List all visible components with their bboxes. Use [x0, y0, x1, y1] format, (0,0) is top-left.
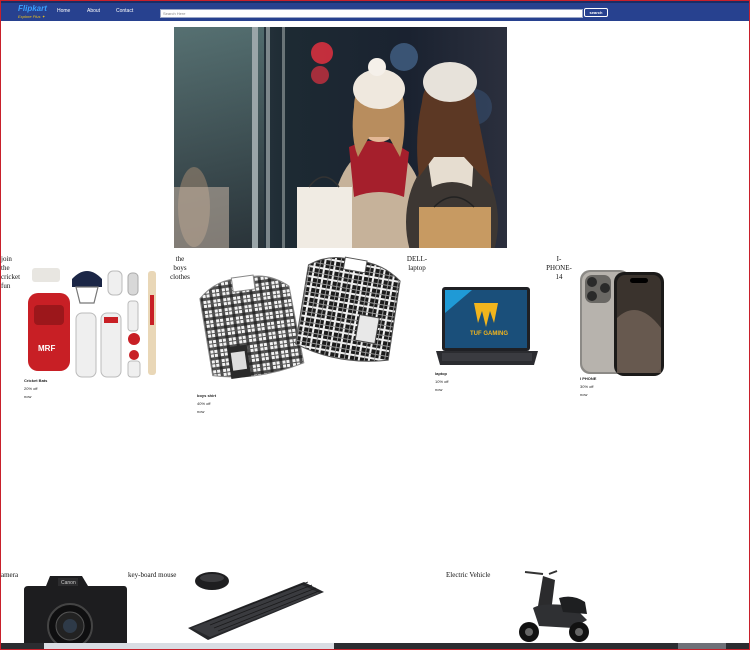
product-category-laptop: DELL- laptop [403, 255, 431, 273]
category-line: the [175, 255, 185, 263]
scrollbar-thumb[interactable] [44, 643, 334, 649]
category-line: I- [556, 255, 562, 263]
logo-name: Flipkart [18, 4, 47, 13]
logo[interactable]: Flipkart Explore Plus ✦ [18, 4, 58, 21]
product-category-cricket: join the cricket fun [1, 255, 21, 291]
svg-text:MRF: MRF [38, 344, 55, 353]
product-discount: 40% off [197, 401, 211, 406]
navbar: Flipkart Explore Plus ✦ Home About Conta… [1, 1, 749, 21]
search-button[interactable]: search [584, 8, 608, 17]
horizontal-scrollbar[interactable] [1, 643, 749, 649]
category-line: join [1, 255, 12, 263]
product-cta[interactable]: now [435, 386, 449, 394]
product-discount: 10% off [435, 379, 449, 384]
scrollbar-thumb-secondary[interactable] [678, 643, 726, 649]
nav-link-home[interactable]: Home [57, 8, 70, 14]
category-line: the [1, 264, 10, 272]
product-meta-clothes: boys shirt 40% off now [197, 392, 216, 416]
product-name[interactable]: laptop [435, 370, 449, 378]
product-cta[interactable]: now [580, 391, 596, 399]
category-line: 14 [555, 273, 563, 281]
cricket-kit-image[interactable]: MRF [24, 265, 164, 380]
product-category-keyboard: key-board mouse [128, 571, 177, 579]
logo-tagline-plus: Plus [32, 14, 41, 19]
category-line: PHONE- [546, 264, 572, 272]
navbar-top-line [1, 1, 749, 3]
product-category-ev: Electric Vehicle [446, 571, 491, 579]
shirts-image[interactable] [195, 252, 403, 392]
category-line: clothes [170, 273, 190, 281]
product-meta-phone: I PHONE 30% off now [580, 375, 596, 399]
logo-plus-icon: ✦ [41, 14, 45, 19]
logo-tagline: Explore Plus ✦ [18, 14, 45, 19]
search-input[interactable] [160, 9, 583, 18]
laptop-image[interactable]: TUF GAMING [432, 283, 542, 371]
product-name[interactable]: Cricket Bats [24, 377, 47, 385]
category-line: DELL- [406, 255, 428, 263]
svg-text:TUF GAMING: TUF GAMING [470, 331, 508, 337]
product-category-phone: I- PHONE- 14 [542, 255, 576, 282]
product-category-clothes: the boys clothes [166, 255, 194, 282]
nav-link-about[interactable]: About [87, 8, 100, 14]
product-category-camera: amera [1, 571, 19, 579]
svg-text:Canon: Canon [61, 580, 76, 586]
product-cta[interactable]: now [197, 408, 216, 416]
product-name[interactable]: boys shirt [197, 392, 216, 400]
category-line: boys [173, 264, 187, 272]
product-discount: 20% off [24, 386, 38, 391]
product-meta-laptop: laptop 10% off now [435, 370, 449, 394]
product-discount: 30% off [580, 384, 594, 389]
nav-link-contact[interactable]: Contact [116, 8, 133, 14]
category-line: laptop [408, 264, 426, 272]
product-meta-cricket: Cricket Bats 20% off now [24, 377, 47, 401]
product-cta[interactable]: now [24, 393, 47, 401]
camera-image[interactable]: Canon [22, 570, 128, 643]
phone-image[interactable] [578, 268, 668, 378]
scooter-image[interactable] [503, 568, 595, 643]
category-line: cricket [1, 273, 21, 281]
logo-tagline-text: Explore [18, 14, 32, 19]
hero-image [174, 27, 507, 248]
keyboard-mouse-image[interactable] [186, 568, 326, 643]
product-name[interactable]: I PHONE [580, 375, 596, 383]
category-line: fun [1, 282, 11, 290]
